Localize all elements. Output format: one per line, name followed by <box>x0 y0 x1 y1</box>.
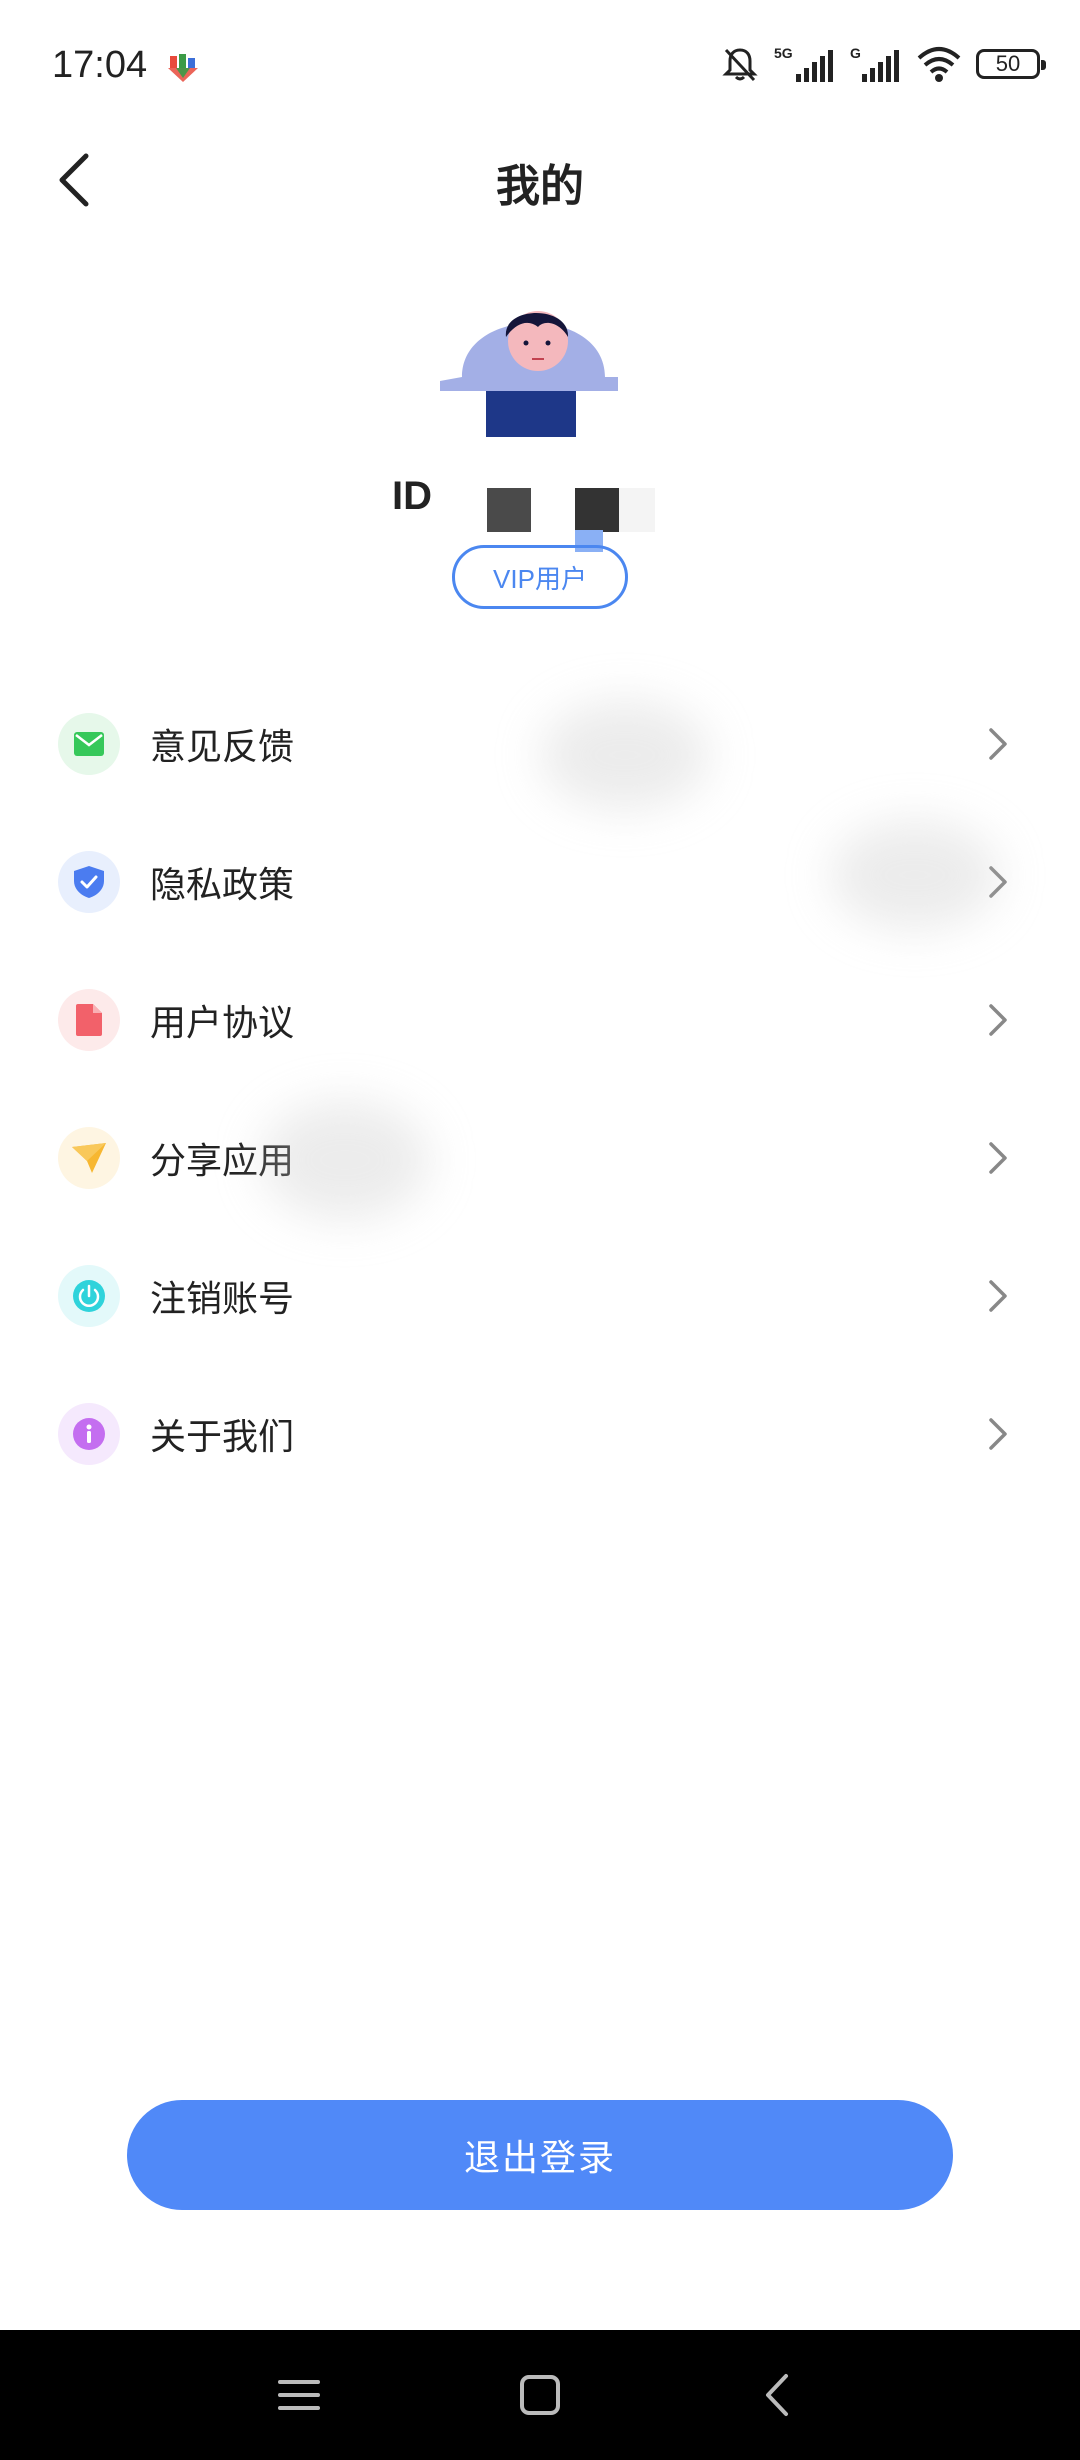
menu-item-user-agreement[interactable]: 用户协议 <box>0 951 1080 1089</box>
chevron-right-icon <box>989 1418 1007 1450</box>
chevron-right-icon <box>989 1280 1007 1312</box>
vip-badge: VIP用户 <box>452 545 628 609</box>
menu-item-delete-account[interactable]: 注销账号 <box>0 1227 1080 1365</box>
status-icons: 5G G 50 <box>720 42 1046 86</box>
settings-menu: 意见反馈 隐私政策 用户协议 分享应用 注销账号 关于我们 <box>0 675 1080 1503</box>
home-square-icon[interactable] <box>513 2368 567 2422</box>
paper-plane-icon <box>58 1127 120 1189</box>
menu-item-label: 关于我们 <box>150 1417 295 1458</box>
chevron-right-icon <box>989 1004 1007 1036</box>
system-nav-bar <box>0 2330 1080 2460</box>
network-label-1: 5G <box>774 45 793 61</box>
user-avatar[interactable] <box>440 285 625 445</box>
page-title: 我的 <box>496 161 584 212</box>
power-icon <box>58 1265 120 1327</box>
menu-item-share-app[interactable]: 分享应用 <box>0 1089 1080 1227</box>
obscured-block <box>619 488 655 532</box>
header: 我的 <box>0 130 1080 230</box>
wifi-icon <box>917 47 961 82</box>
status-bar: 17:04 5G G 50 <box>0 0 1080 130</box>
status-time: 17:04 <box>52 44 148 86</box>
menu-item-label: 注销账号 <box>150 1279 295 1320</box>
menu-item-label: 用户协议 <box>150 1003 295 1044</box>
network-label-2: G <box>850 45 861 61</box>
blur-artifact <box>540 700 710 810</box>
obscured-block <box>487 488 531 532</box>
battery-level: 50 <box>995 51 1021 76</box>
chevron-right-icon <box>989 728 1007 760</box>
menu-item-feedback[interactable]: 意见反馈 <box>0 675 1080 813</box>
menu-item-label: 隐私政策 <box>150 865 295 906</box>
blur-artifact <box>260 1100 430 1220</box>
user-id-label: ID <box>392 474 432 518</box>
mail-icon <box>58 713 120 775</box>
user-id: ID <box>392 470 692 552</box>
blur-artifact <box>830 820 1000 930</box>
signal-5g-icon: 5G <box>774 45 833 82</box>
menu-icon[interactable] <box>272 2368 326 2422</box>
signal-g-icon: G <box>850 45 899 82</box>
obscured-block <box>575 488 619 532</box>
info-icon <box>58 1403 120 1465</box>
back-triangle-icon[interactable] <box>752 2368 806 2422</box>
battery-indicator: 50 <box>976 49 1046 79</box>
mute-bell-icon <box>722 48 758 82</box>
logout-button[interactable]: 退出登录 <box>127 2100 953 2210</box>
menu-item-label: 意见反馈 <box>150 727 295 768</box>
menu-item-about-us[interactable]: 关于我们 <box>0 1365 1080 1503</box>
document-icon <box>58 989 120 1051</box>
shield-check-icon <box>58 851 120 913</box>
chevron-right-icon <box>989 1142 1007 1174</box>
app-notification-icon <box>168 54 198 82</box>
